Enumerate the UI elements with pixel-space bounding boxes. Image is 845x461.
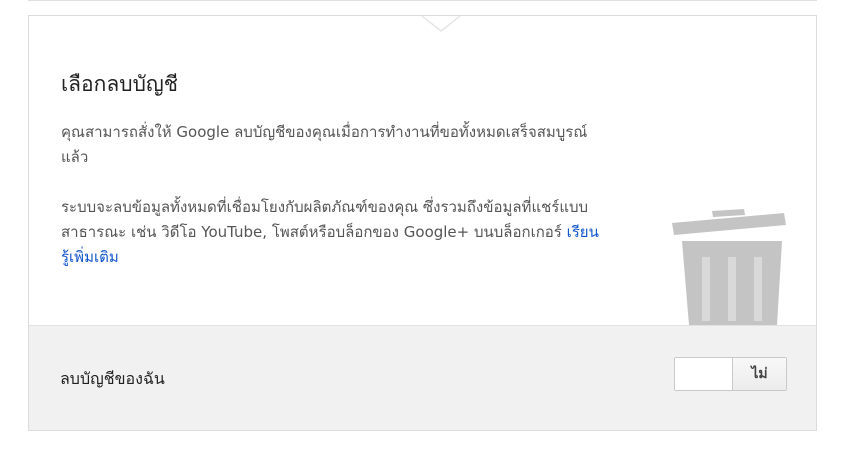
toggle-state-label: ไม่ [751,366,768,382]
trash-can-icon [672,199,794,329]
data-deletion-paragraph: ระบบจะลบข้อมูลทั้งหมดที่เชื่อมโยงกับผลิต… [61,195,601,270]
toggle-knob: ไม่ [732,358,786,390]
card-pointer-arrow-fill [423,16,459,30]
delete-account-footer: ลบบัญชีของฉัน ไม่ [29,325,816,430]
previous-card-bottom-edge [28,0,817,1]
delete-account-card: เลือกลบบัญชี คุณสามารถสั่งให้ Google ลบบ… [28,15,817,431]
card-title: เลือกลบบัญชี [61,72,179,96]
delete-my-account-label: ลบบัญชีของฉัน [60,369,165,388]
delete-account-toggle[interactable]: ไม่ [674,357,787,391]
description-paragraph: คุณสามารถสั่งให้ Google ลบบัญชีของคุณเมื… [61,123,588,166]
data-deletion-text: ระบบจะลบข้อมูลทั้งหมดที่เชื่อมโยงกับผลิต… [61,198,589,241]
toggle-track [675,358,732,390]
